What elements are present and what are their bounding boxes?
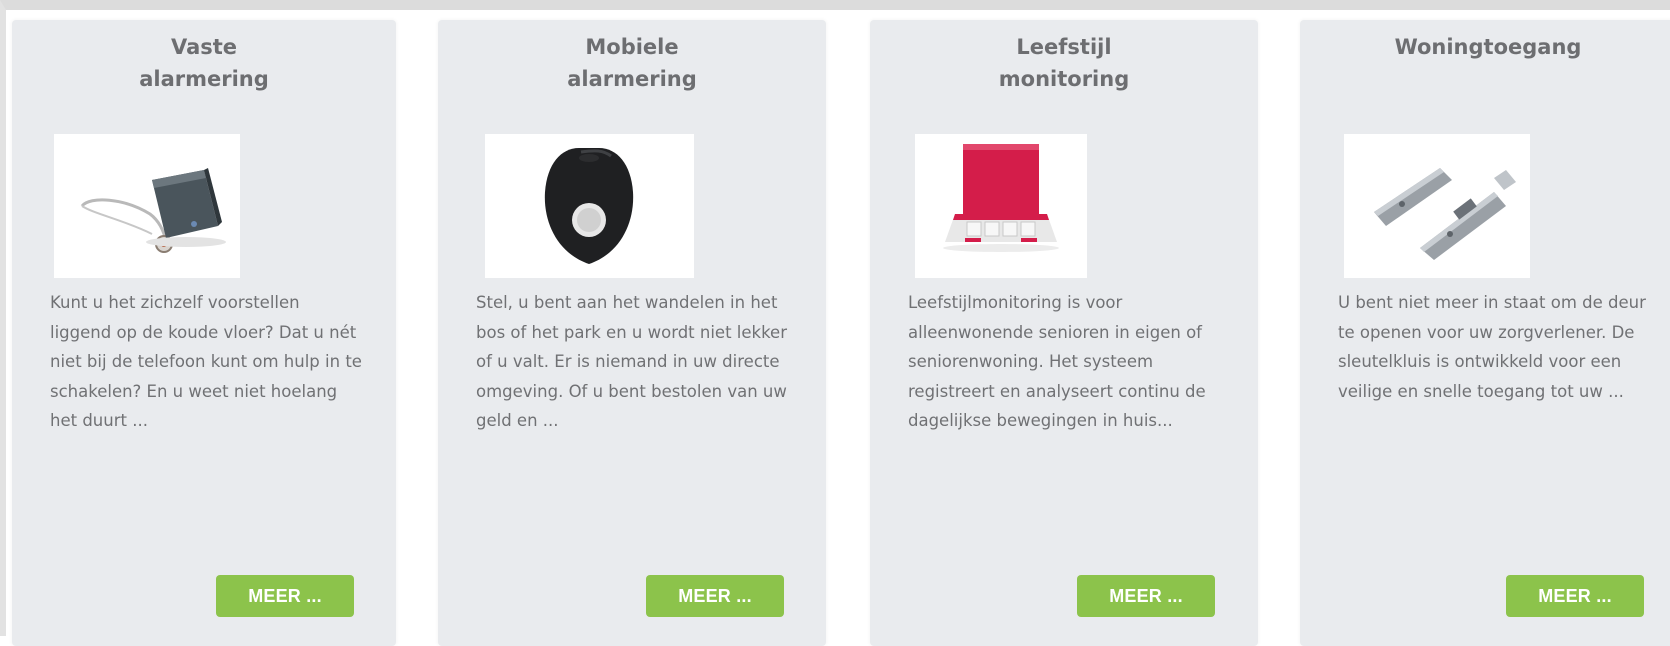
card-title: Mobiele alarmering <box>438 31 826 95</box>
monitoring-kit-box-icon <box>915 134 1087 278</box>
card-title-line2: alarmering <box>567 67 697 91</box>
card-description: Leefstijlmonitoring is voor alleenwonend… <box>908 293 1206 431</box>
meer-button[interactable]: MEER ... <box>646 575 784 617</box>
card-description: Kunt u het zichzelf voorstellen liggend … <box>50 293 362 431</box>
meer-button[interactable]: MEER ... <box>216 575 354 617</box>
card-description: Stel, u bent aan het wandelen in het bos… <box>476 293 787 431</box>
card-vaste-alarmering: Vaste alarmering Kunt u het zichzelf voo… <box>12 20 396 646</box>
card-mobiele-alarmering: Mobiele alarmering Stel, u bent aan het … <box>438 20 826 646</box>
card-title-line1: Woningtoegang <box>1394 35 1582 59</box>
card-title-line1: Mobiele <box>585 35 679 59</box>
alarm-base-station-with-pendant-icon <box>54 134 240 278</box>
card-woningtoegang: Woningtoegang U bent niet meer in staat … <box>1300 20 1670 646</box>
card-title: Leefstijl monitoring <box>870 31 1258 95</box>
meer-button[interactable]: MEER ... <box>1077 575 1215 617</box>
card-title-line1: Leefstijl <box>1016 35 1112 59</box>
page-frame: Vaste alarmering Kunt u het zichzelf voo… <box>0 0 1670 646</box>
card-title: Woningtoegang <box>1300 31 1670 63</box>
key-safe-icon <box>1344 134 1530 278</box>
card-leefstijl-monitoring: Leefstijl monitoring Leefstijlmonitoring… <box>870 20 1258 646</box>
card-title-line1: Vaste <box>170 35 238 59</box>
card-title-line2: monitoring <box>998 67 1130 91</box>
meer-button[interactable]: MEER ... <box>1506 575 1644 617</box>
mobile-alarm-device-icon <box>485 134 694 278</box>
card-title-line2: alarmering <box>139 67 269 91</box>
card-title: Vaste alarmering <box>12 31 396 95</box>
card-description: U bent niet meer in staat om de deur te … <box>1338 293 1646 401</box>
